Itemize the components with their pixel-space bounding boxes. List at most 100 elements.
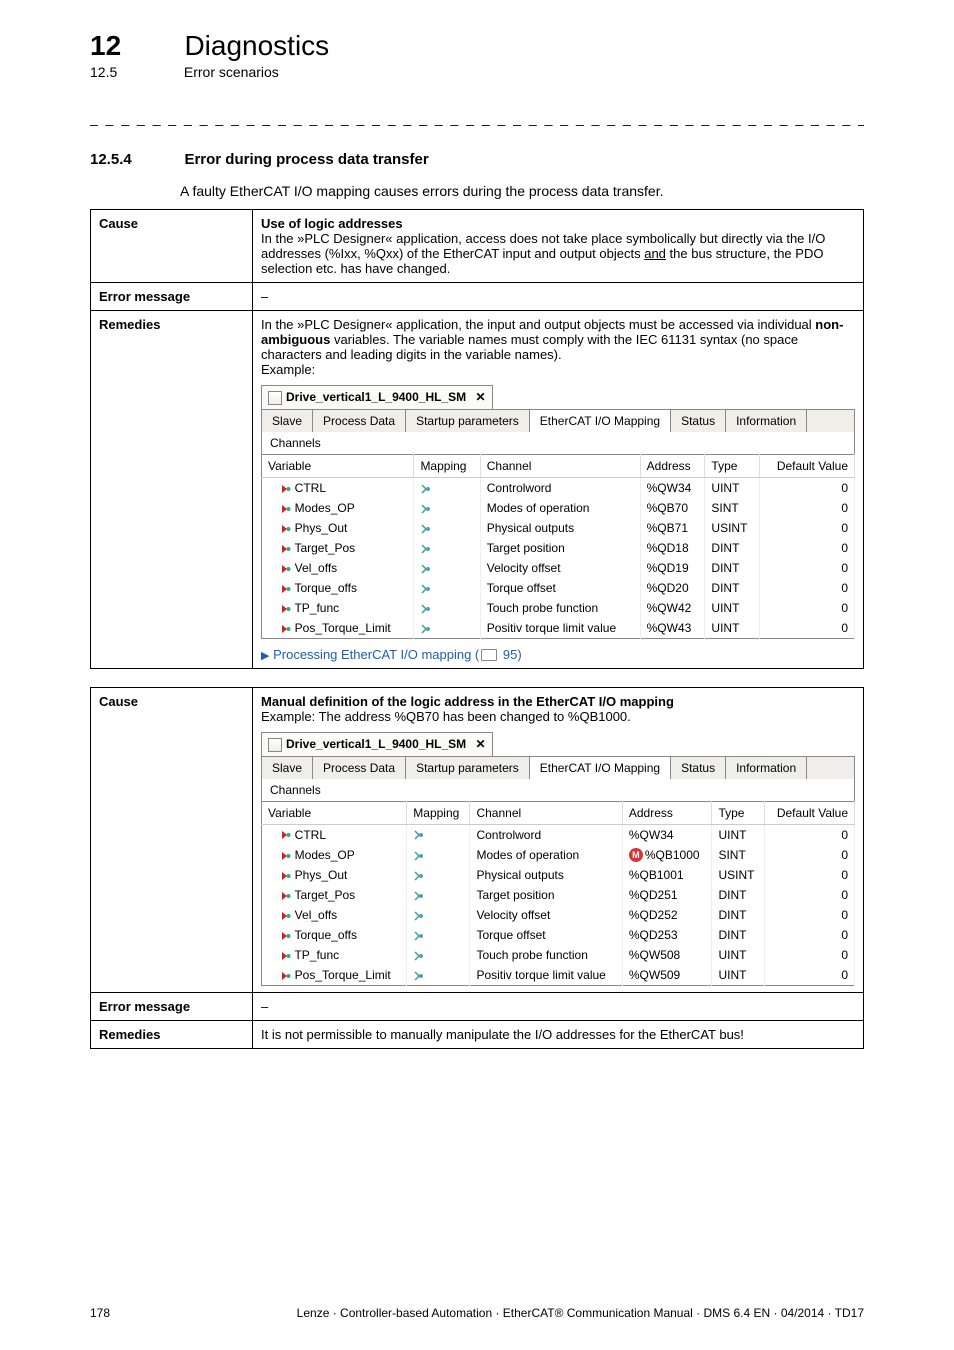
tab-status[interactable]: Status [671,757,726,779]
cell-mapping [407,925,470,945]
cell-type: USINT [705,518,760,538]
tab-startup[interactable]: Startup parameters [406,410,530,432]
table-row[interactable]: Torque_offsTorque offset%QD20DINT0 [262,578,855,598]
close-icon[interactable]: ✕ [475,737,485,751]
col-address[interactable]: Address [640,454,705,477]
cell-address: %QW34 [640,477,705,498]
table-row[interactable]: Pos_Torque_LimitPositiv torque limit val… [262,965,855,986]
cause-example: Example: The address %QB70 has been chan… [261,709,631,724]
modified-marker-icon: M [629,848,643,862]
cell-mapping [414,618,480,639]
col-address[interactable]: Address [622,801,712,824]
cell-channel: Controlword [470,824,622,845]
col-default[interactable]: Default Value [764,801,854,824]
variable-arrow-icon [281,830,291,840]
table-row[interactable]: Modes_OPModes of operationM%QB1000SINT0 [262,845,855,866]
table-row[interactable]: Phys_OutPhysical outputs%QB71USINT0 [262,518,855,538]
cell-default: 0 [764,865,854,885]
col-channel[interactable]: Channel [480,454,640,477]
tab-io-mapping[interactable]: EtherCAT I/O Mapping [530,757,671,779]
table-row[interactable]: Vel_offsVelocity offset%QD252DINT0 [262,905,855,925]
variable-arrow-icon [281,624,291,634]
cell-type: USINT [712,865,764,885]
cell-default: 0 [764,824,854,845]
variable-arrow-icon [281,584,291,594]
mapping-icon [420,563,432,575]
tab-process-data[interactable]: Process Data [313,410,406,432]
cell-mapping [407,865,470,885]
tab-startup[interactable]: Startup parameters [406,757,530,779]
table-row[interactable]: CTRLControlword%QW34UINT0 [262,824,855,845]
divider: _ _ _ _ _ _ _ _ _ _ _ _ _ _ _ _ _ _ _ _ … [90,110,864,126]
cell-address: %QD20 [640,578,705,598]
table-row[interactable]: Torque_offsTorque offset%QD253DINT0 [262,925,855,945]
cell-channel: Modes of operation [480,498,640,518]
cell-mapping [414,498,480,518]
cell-variable: TP_func [262,945,407,965]
table-row[interactable]: Phys_OutPhysical outputs%QB1001USINT0 [262,865,855,885]
mapping-icon [413,930,425,942]
tab-slave[interactable]: Slave [262,410,313,432]
screenshot-panel-1: Drive_vertical1_L_9400_HL_SM ✕ Slave Pro… [261,385,855,639]
variable-arrow-icon [281,891,291,901]
table-row[interactable]: Target_PosTarget position%QD251DINT0 [262,885,855,905]
cell-address: %QB70 [640,498,705,518]
chapter-number: 12 [90,30,180,62]
window-title: Drive_vertical1_L_9400_HL_SM [286,737,466,751]
cell-address: %QD251 [622,885,712,905]
tab-status[interactable]: Status [671,410,726,432]
cell-address: %QB1001 [622,865,712,885]
table-row[interactable]: TP_funcTouch probe function%QW508UINT0 [262,945,855,965]
col-type[interactable]: Type [705,454,760,477]
col-type[interactable]: Type [712,801,764,824]
errmsg-label: Error message [91,283,253,311]
cell-channel: Modes of operation [470,845,622,866]
cross-ref-link[interactable]: ▶ Processing EtherCAT I/O mapping ( 95) [261,647,855,662]
cell-default: 0 [764,845,854,866]
cell-address: %QW34 [622,824,712,845]
col-default[interactable]: Default Value [760,454,855,477]
cell-variable: Target_Pos [262,885,407,905]
cell-mapping [407,885,470,905]
variable-arrow-icon [281,564,291,574]
cell-default: 0 [764,945,854,965]
remedies-content: In the »PLC Designer« application, the i… [253,311,864,669]
cell-type: UINT [705,618,760,639]
col-mapping[interactable]: Mapping [414,454,480,477]
table-row[interactable]: TP_funcTouch probe function%QW42UINT0 [262,598,855,618]
cell-type: DINT [712,925,764,945]
cell-type: UINT [705,598,760,618]
subsection-number: 12.5.4 [90,151,180,168]
cell-default: 0 [760,498,855,518]
cell-type: DINT [705,578,760,598]
tab-information[interactable]: Information [726,757,807,779]
table-row[interactable]: Pos_Torque_LimitPositiv torque limit val… [262,618,855,639]
mapping-icon [420,623,432,635]
col-variable[interactable]: Variable [262,454,414,477]
mapping-icon [420,543,432,555]
cause-label: Cause [91,687,253,993]
mapping-icon [413,970,425,982]
tab-information[interactable]: Information [726,410,807,432]
tab-io-mapping[interactable]: EtherCAT I/O Mapping [530,410,671,432]
mapping-icon [420,503,432,515]
tab-slave[interactable]: Slave [262,757,313,779]
col-channel[interactable]: Channel [470,801,622,824]
tab-process-data[interactable]: Process Data [313,757,406,779]
cell-address: %QD252 [622,905,712,925]
table-row[interactable]: Vel_offsVelocity offset%QD19DINT0 [262,558,855,578]
table-row[interactable]: Target_PosTarget position%QD18DINT0 [262,538,855,558]
cell-mapping [414,518,480,538]
cell-type: UINT [705,477,760,498]
col-mapping[interactable]: Mapping [407,801,470,824]
variable-arrow-icon [281,484,291,494]
col-variable[interactable]: Variable [262,801,407,824]
close-icon[interactable]: ✕ [475,390,485,404]
cell-channel: Positiv torque limit value [480,618,640,639]
cell-variable: Phys_Out [262,518,414,538]
footer-line: Lenze · Controller-based Automation · Et… [297,1306,864,1320]
cell-variable: Pos_Torque_Limit [262,965,407,986]
table-row[interactable]: Modes_OPModes of operation%QB70SINT0 [262,498,855,518]
cell-type: UINT [712,824,764,845]
table-row[interactable]: CTRLControlword%QW34UINT0 [262,477,855,498]
